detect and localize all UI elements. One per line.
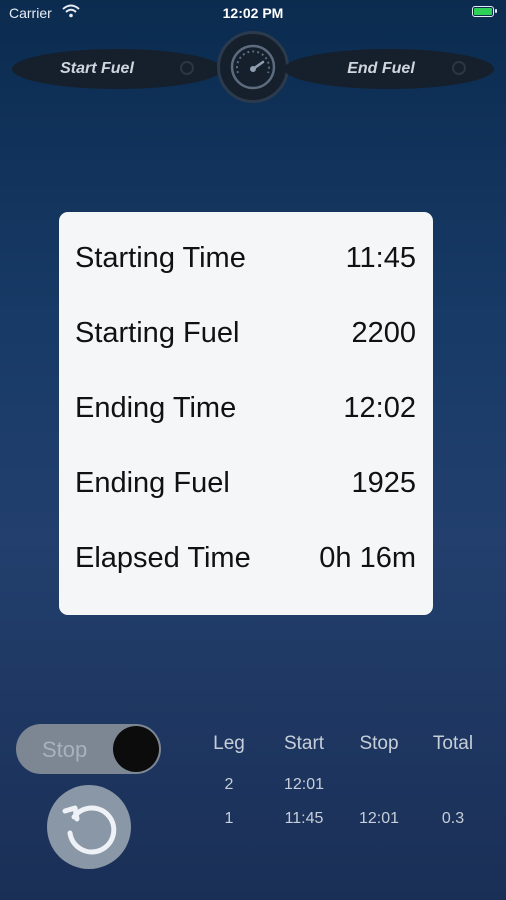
status-time: 12:02 PM: [222, 5, 284, 21]
table-cell-total: 0.3: [441, 810, 465, 827]
summary-row-ending-time: Ending Time 12:02: [75, 392, 416, 432]
summary-popup: Starting Time 11:45 Starting Fuel 2200 E…: [59, 212, 433, 615]
stop-toggle[interactable]: Stop: [16, 724, 161, 774]
battery-icon: [472, 6, 497, 17]
table-cell-leg: 1: [224, 810, 234, 827]
summary-label: Starting Fuel: [75, 317, 240, 349]
end-fuel-indicator: [452, 61, 466, 75]
summary-value: 12:02: [343, 392, 416, 424]
start-fuel-indicator: [180, 61, 194, 75]
end-fuel-button[interactable]: End Fuel: [284, 49, 494, 89]
table-cell-leg: 2: [224, 776, 234, 793]
table-cell-start: 11:45: [284, 810, 324, 827]
summary-label: Elapsed Time: [75, 542, 251, 574]
reset-button[interactable]: [47, 785, 131, 869]
toggle-knob[interactable]: [113, 726, 159, 772]
start-fuel-label: Start Fuel: [60, 60, 134, 77]
table-cell-start: 12:01: [283, 776, 325, 793]
reset-icon: [62, 805, 117, 855]
summary-row-starting-fuel: Starting Fuel 2200: [75, 317, 416, 357]
summary-value: 1925: [351, 467, 416, 499]
stop-toggle-label: Stop: [42, 737, 88, 762]
summary-row-starting-time: Starting Time 11:45: [75, 242, 416, 282]
table-header-start: Start: [283, 733, 325, 754]
summary-value: 2200: [351, 317, 416, 349]
table-header-stop: Stop: [359, 733, 399, 754]
start-fuel-button[interactable]: Start Fuel: [12, 49, 222, 89]
status-bar: Carrier 12:02 PM: [0, 0, 506, 26]
summary-value: 0h 16m: [319, 542, 416, 574]
legs-table: Leg Start Stop Total 2 12:01 1 11:45 12:…: [196, 730, 496, 840]
summary-row-elapsed-time: Elapsed Time 0h 16m: [75, 542, 416, 582]
table-cell-stop: 12:01: [358, 810, 400, 827]
summary-value: 11:45: [345, 242, 416, 274]
summary-label: Starting Time: [75, 242, 246, 274]
summary-row-ending-fuel: Ending Fuel 1925: [75, 467, 416, 507]
summary-label: Ending Time: [75, 392, 237, 424]
summary-label: Ending Fuel: [75, 467, 230, 499]
table-header-leg: Leg: [213, 733, 245, 754]
table-header-total: Total: [432, 733, 474, 754]
